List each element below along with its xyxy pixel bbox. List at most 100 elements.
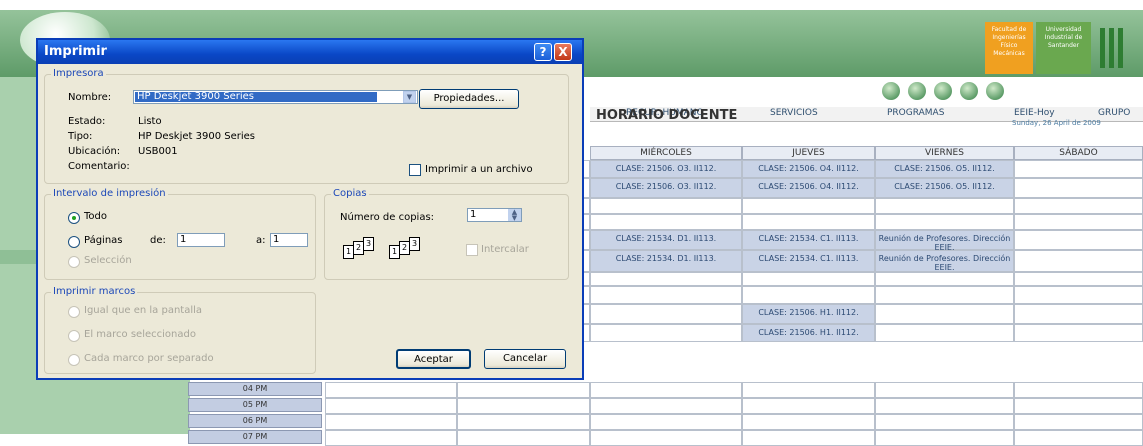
schedule-cell [1014, 198, 1143, 214]
day-header: VIERNES [875, 146, 1014, 160]
schedule-cell [325, 382, 457, 398]
schedule-cell [742, 414, 875, 430]
schedule-cell-text: CLASE: 21506. O5. II112. [894, 164, 995, 173]
schedule-cell [742, 286, 875, 304]
schedule-cell[interactable]: CLASE: 21506. O5. II112. [875, 178, 1014, 198]
schedule-cell[interactable]: CLASE: 21506. O3. II112. [590, 178, 742, 198]
schedule-cell[interactable]: Reunión de Profesores. Dirección EEIE. [875, 230, 1014, 252]
from-input[interactable]: 1 [177, 233, 225, 247]
range-pages-label[interactable]: Páginas [84, 235, 123, 246]
accept-button[interactable]: Aceptar [396, 349, 471, 369]
frames-as-screen-label[interactable]: Igual que en la pantalla [84, 305, 202, 316]
schedule-cell[interactable]: CLASE: 21506. H1. II112. [742, 324, 875, 342]
schedule-cell [875, 272, 1014, 286]
location-value: USB001 [138, 146, 178, 157]
frames-as-screen-radio[interactable] [68, 306, 80, 318]
schedule-cell [875, 304, 1014, 324]
page-title: HORARIO DOCENTE [596, 108, 738, 123]
schedule-cell [457, 414, 590, 430]
time-slot-label: 06 PM [188, 414, 322, 428]
print-dialog: Imprimir ? X Impresora Nombre: HP Deskje… [36, 38, 584, 380]
printer-name-label: Nombre: [68, 92, 112, 103]
range-selection-label[interactable]: Selección [84, 255, 132, 266]
schedule-cell [1014, 398, 1143, 414]
printer-select[interactable]: HP Deskjet 3900 Series ▼ [133, 90, 418, 104]
to-input[interactable]: 1 [270, 233, 308, 247]
uis-logo [1100, 28, 1130, 68]
page-3-icon: 3 [363, 237, 374, 251]
schedule-cell [590, 198, 742, 214]
type-label: Tipo: [68, 131, 93, 142]
menu-programas[interactable]: PROGRAMAS [887, 108, 944, 118]
faculty-badge[interactable]: Facultad de Ingenierías Físico Mecánicas [985, 22, 1033, 74]
menu-eeie-hoy[interactable]: EEIE-Hoy [1014, 108, 1055, 118]
schedule-cell[interactable]: CLASE: 21506. O5. II112. [875, 160, 1014, 178]
frames-selected-radio[interactable] [68, 330, 80, 342]
to-label: a: [256, 235, 266, 246]
schedule-cell[interactable]: Reunión de Profesores. Dirección EEIE. [875, 250, 1014, 272]
collate-label[interactable]: Intercalar [481, 244, 529, 255]
close-button[interactable]: X [554, 43, 572, 61]
spinner-icon[interactable]: ▲ ▼ [508, 209, 521, 222]
collate-checkbox[interactable] [466, 244, 478, 256]
schedule-cell [325, 398, 457, 414]
schedule-cell [1014, 230, 1143, 250]
schedule-cell[interactable]: CLASE: 21534. C1. II113. [742, 230, 875, 250]
collate-illustration-2: 1 2 3 [389, 237, 434, 259]
print-to-file-label[interactable]: Imprimir a un archivo [425, 164, 533, 175]
schedule-cell-text: Reunión de Profesores. Dirección EEIE. [878, 234, 1011, 252]
frames-selected-label[interactable]: El marco seleccionado [84, 329, 196, 340]
back-icon[interactable] [934, 82, 952, 100]
schedule-cell [1014, 160, 1143, 178]
schedule-cell-text: CLASE: 21534. D1. II113. [615, 234, 717, 243]
chevron-down-icon[interactable]: ▼ [403, 91, 416, 103]
mail-icon[interactable] [986, 82, 1004, 100]
site-top-strip [0, 0, 1143, 10]
frames-each-label[interactable]: Cada marco por separado [84, 353, 214, 364]
frames-each-radio[interactable] [68, 354, 80, 366]
print-frames-group-label: Imprimir marcos [51, 286, 138, 297]
schedule-cell [742, 272, 875, 286]
schedule-cell[interactable]: CLASE: 21506. H1. II112. [742, 304, 875, 324]
schedule-cell-text: CLASE: 21506. H1. II112. [758, 308, 859, 317]
schedule-cell [457, 398, 590, 414]
help-button[interactable]: ? [534, 43, 552, 61]
range-all-radio[interactable] [68, 212, 80, 224]
cancel-button[interactable]: Cancelar [484, 349, 566, 369]
schedule-cell-text: CLASE: 21506. O3. II112. [615, 182, 717, 191]
schedule-cell[interactable]: CLASE: 21506. O4. II112. [742, 178, 875, 198]
schedule-cell[interactable]: CLASE: 21534. D1. II113. [590, 230, 742, 250]
schedule-cell[interactable]: CLASE: 21506. O3. II112. [590, 160, 742, 178]
dialog-title-bar[interactable]: Imprimir ? X [38, 40, 582, 64]
schedule-cell[interactable]: CLASE: 21534. C1. II113. [742, 250, 875, 272]
day-header: MIÉRCOLES [590, 146, 742, 160]
print-to-file-checkbox[interactable] [409, 164, 421, 176]
schedule-cell [1014, 214, 1143, 230]
printer-select-value: HP Deskjet 3900 Series [135, 92, 377, 102]
schedule-cell [875, 430, 1014, 446]
home-icon[interactable] [908, 82, 926, 100]
schedule-cell-text: CLASE: 21534. C1. II113. [758, 254, 859, 263]
schedule-cell [1014, 250, 1143, 272]
schedule-cell [1014, 382, 1143, 398]
copies-count-input[interactable]: 1 ▲ ▼ [467, 208, 522, 222]
schedule-cell [590, 214, 742, 230]
menu-servicios[interactable]: SERVICIOS [770, 108, 818, 118]
properties-button[interactable]: Propiedades... [419, 89, 519, 109]
day-header: JUEVES [742, 146, 875, 160]
range-selection-radio[interactable] [68, 256, 80, 268]
schedule-cell [1014, 304, 1143, 324]
range-all-label[interactable]: Todo [84, 211, 107, 222]
schedule-cell[interactable]: CLASE: 21506. O4. II112. [742, 160, 875, 178]
university-badge[interactable]: Universidad Industrial de Santander [1036, 22, 1091, 74]
schedule-cell [1014, 272, 1143, 286]
info-icon[interactable] [882, 82, 900, 100]
schedule-cell [590, 382, 742, 398]
page-3-icon: 3 [409, 237, 420, 251]
forward-icon[interactable] [960, 82, 978, 100]
from-label: de: [150, 235, 166, 246]
schedule-cell[interactable]: CLASE: 21534. D1. II113. [590, 250, 742, 272]
schedule-cell [590, 430, 742, 446]
menu-grupo[interactable]: GRUPO [1098, 108, 1130, 118]
range-pages-radio[interactable] [68, 236, 80, 248]
